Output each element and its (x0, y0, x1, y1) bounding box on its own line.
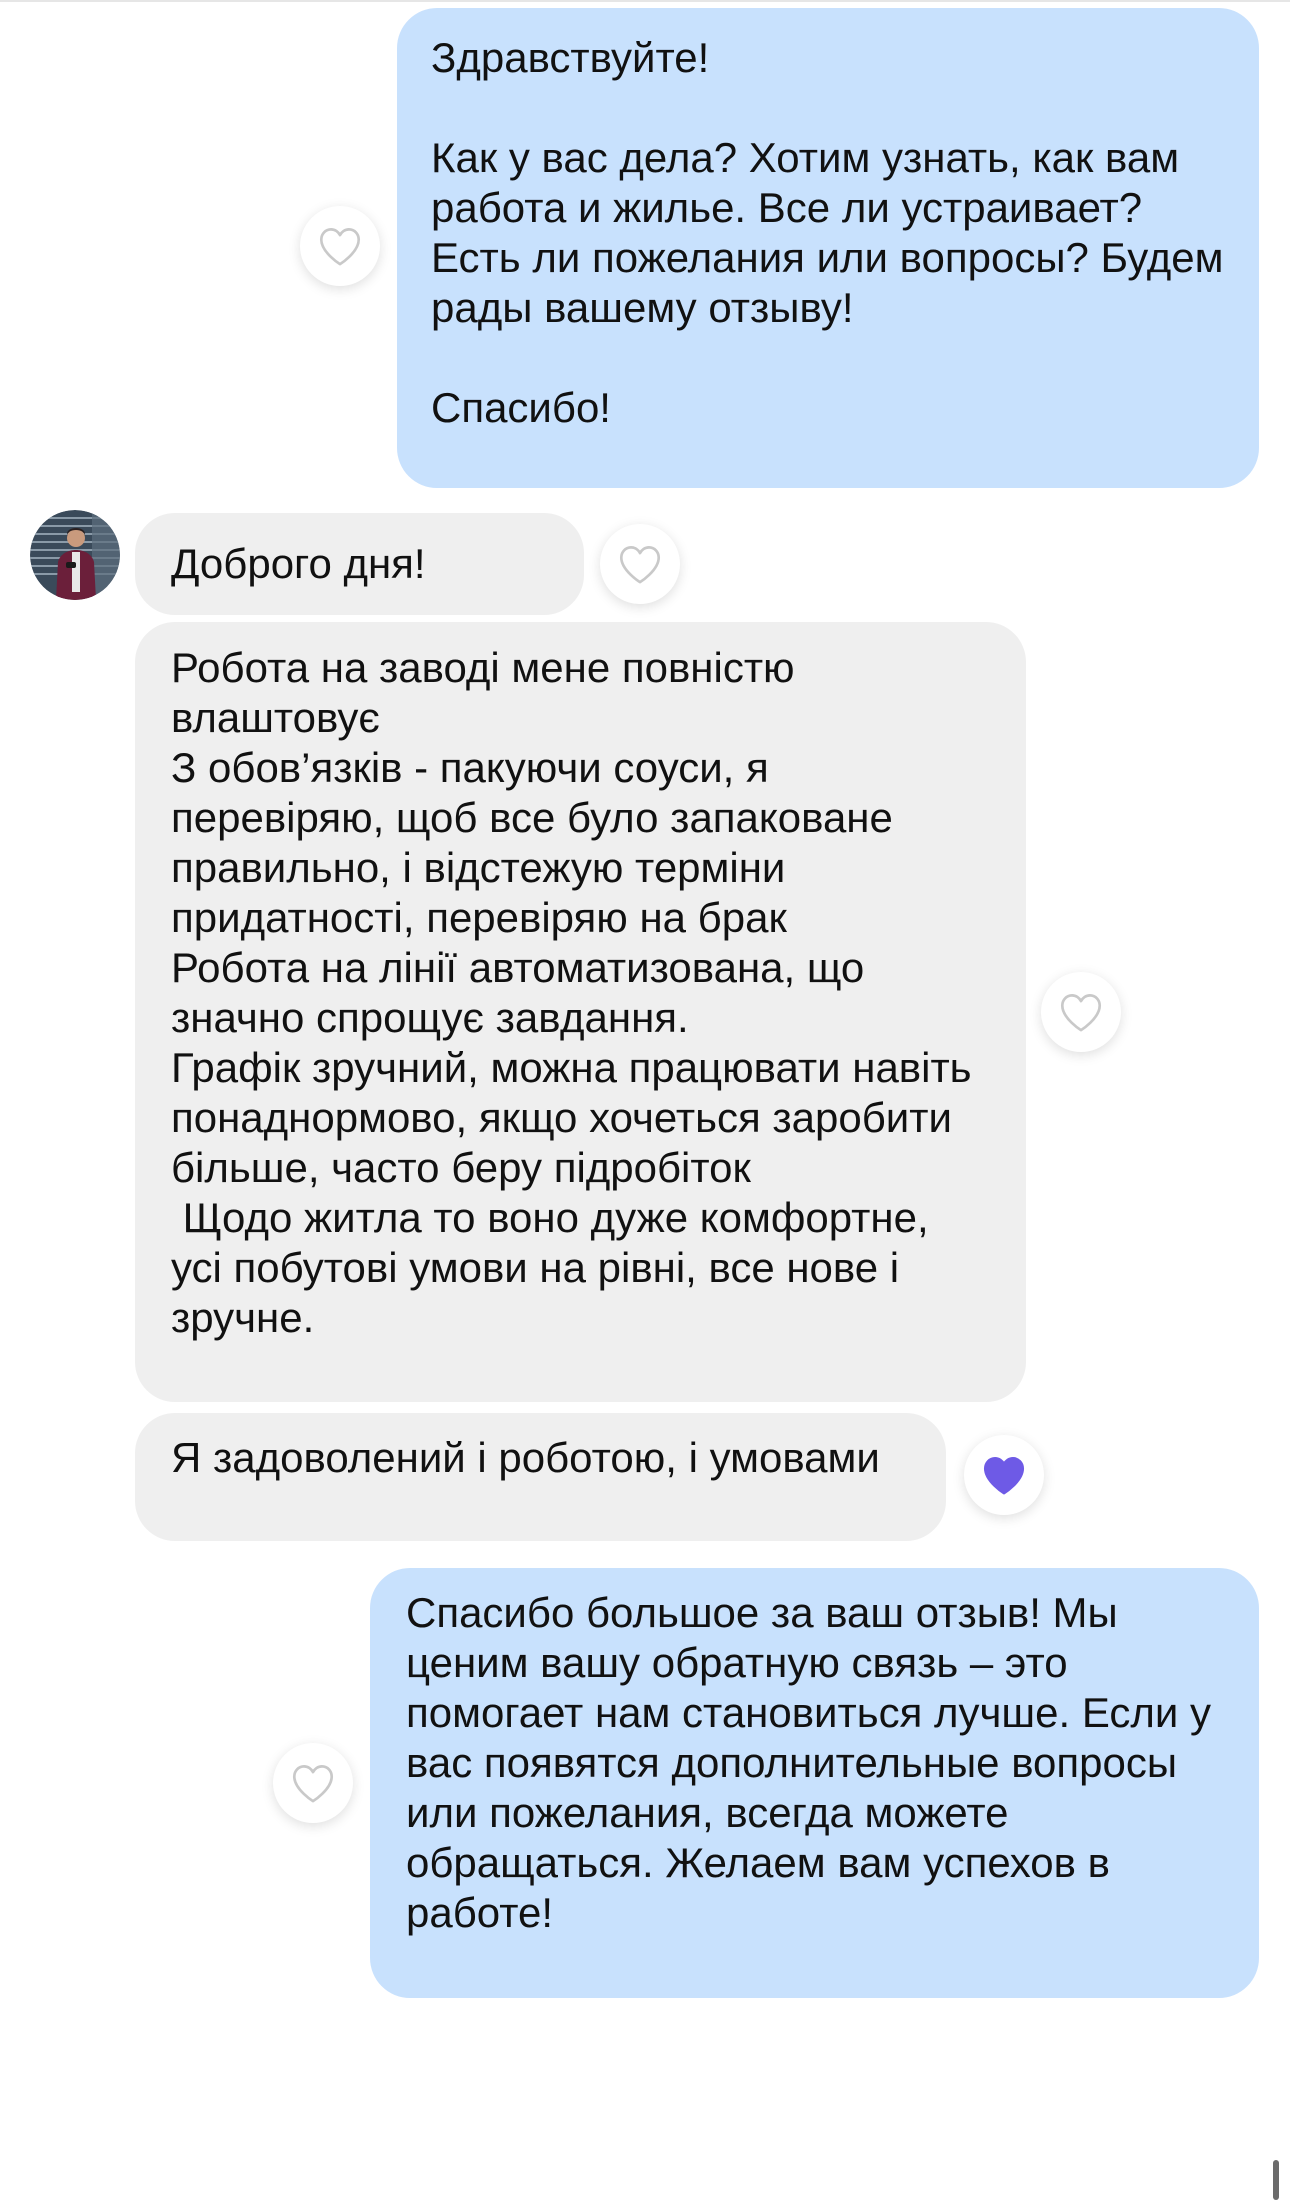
like-button-active[interactable] (964, 1435, 1044, 1515)
user-avatar[interactable] (30, 510, 120, 600)
message-bubble-outgoing[interactable]: Спасибо большое за ваш отзыв! Мы ценим в… (370, 1568, 1259, 1998)
scrollbar[interactable] (1273, 2160, 1279, 2200)
heart-icon (619, 546, 661, 584)
like-button[interactable] (300, 206, 380, 286)
message-bubble-incoming[interactable]: Робота на заводі мене повністю влаштовує… (135, 622, 1026, 1402)
heart-icon (292, 1765, 334, 1803)
message-bubble-outgoing[interactable]: Здравствуйте! Как у вас дела? Хотим узна… (397, 8, 1259, 488)
top-divider (0, 0, 1290, 2)
heart-filled-icon (983, 1457, 1025, 1495)
like-button[interactable] (273, 1743, 353, 1823)
heart-icon (1060, 994, 1102, 1032)
like-button[interactable] (600, 524, 680, 604)
message-bubble-incoming[interactable]: Доброго дня! (135, 513, 584, 615)
like-button[interactable] (1041, 972, 1121, 1052)
avatar-photo (30, 510, 120, 600)
message-bubble-incoming[interactable]: Я задоволений і роботою, і умовами (135, 1413, 946, 1541)
heart-icon (319, 228, 361, 266)
